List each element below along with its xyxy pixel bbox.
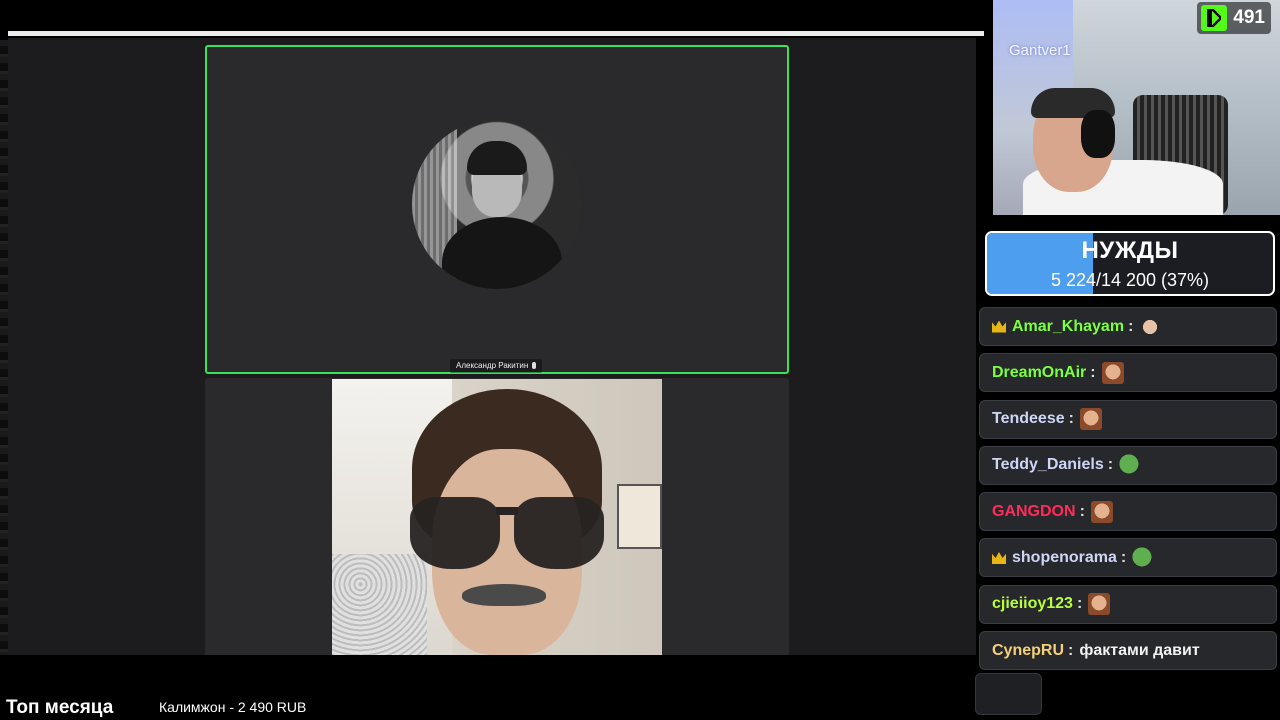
viewer-count-badge: 491 <box>1197 2 1271 34</box>
face-emote <box>1101 361 1124 384</box>
streamer-webcam: Gantver1 491 <box>993 0 1280 215</box>
chat-separator: : <box>1076 595 1083 613</box>
video-clock <box>617 484 662 549</box>
chat-input-box[interactable] <box>975 673 1042 715</box>
chat-username[interactable]: Tendeese <box>992 410 1065 428</box>
webcam-overlay-name: Gantver1 <box>1009 42 1071 59</box>
chat-message: Tendeese: <box>979 399 1277 439</box>
chat-message: shopenorama: <box>979 538 1277 578</box>
avatar-hair <box>467 141 527 175</box>
avatar-body <box>442 217 562 289</box>
chat-message: cjieiioy123: <box>979 584 1277 624</box>
goal-title: НУЖДЫ <box>1081 237 1179 264</box>
lens-left <box>410 497 500 569</box>
chat-username[interactable]: Amar_Khayam <box>1012 318 1124 336</box>
chat-message: CynepRU: фактами давит <box>979 631 1277 671</box>
left-edge-artifact <box>0 40 8 655</box>
chat-feed: Amar_Khayam: DreamOnAir: Tendeese: Teddy_Da… <box>979 307 1277 677</box>
viewer-count: 491 <box>1233 7 1265 28</box>
chat-separator: : <box>1128 317 1134 335</box>
donation-goal: НУЖДЫ 5 224/14 200 (37%) <box>985 231 1275 296</box>
crown-icon <box>992 320 1006 333</box>
headset-icon <box>1081 110 1115 158</box>
crown-icon <box>992 551 1006 564</box>
chat-message: Teddy_Daniels: <box>979 445 1277 485</box>
chat-separator: : <box>1107 456 1114 474</box>
chat-username[interactable]: CynepRU <box>992 642 1064 660</box>
chat-username[interactable]: cjieiioy123 <box>992 595 1073 613</box>
hand-emote <box>1139 315 1162 338</box>
chat-message-text: фактами давит <box>1079 641 1200 659</box>
goal-progress-text: 5 224/14 200 (37%) <box>1050 270 1210 290</box>
chat-separator: : <box>1068 641 1074 659</box>
chat-separator: : <box>1120 548 1127 566</box>
participant-avatar <box>412 119 582 289</box>
participant-name-tag: Александр Ракитин <box>450 359 543 373</box>
chat-separator: : <box>1068 410 1074 428</box>
participant-video <box>332 379 662 655</box>
top-progress-line <box>8 31 984 36</box>
sunglasses <box>410 497 604 572</box>
top-donor: Калимжон - 2 490 RUB <box>159 699 307 715</box>
stream-layout: Александр Ракитин Gantver1 491 НУЖДЫ 5 2… <box>0 0 1280 720</box>
pepe-emote <box>1132 546 1155 569</box>
participant-name: Александр Ракитин <box>456 361 529 370</box>
kick-logo-icon <box>1201 5 1228 31</box>
chat-separator: : <box>1079 502 1085 520</box>
chat-username[interactable]: GANGDON <box>992 503 1076 521</box>
face-emote <box>1079 408 1102 431</box>
microphone-icon <box>532 362 537 369</box>
chat-username[interactable]: Teddy_Daniels <box>992 456 1104 474</box>
face-emote <box>1090 500 1113 523</box>
chat-message: Amar_Khayam: <box>979 307 1277 346</box>
chat-message: GANGDON: <box>979 492 1277 532</box>
chat-message: DreamOnAir: <box>979 353 1277 393</box>
pepe-emote <box>1119 454 1142 477</box>
lens-right <box>514 497 604 569</box>
mustache <box>462 584 546 606</box>
top-month-label: Топ месяца <box>6 697 114 718</box>
chat-separator: : <box>1090 363 1096 381</box>
chat-username[interactable]: DreamOnAir <box>992 364 1086 382</box>
chat-username[interactable]: shopenorama <box>1012 549 1117 567</box>
face-emote <box>1088 593 1111 616</box>
